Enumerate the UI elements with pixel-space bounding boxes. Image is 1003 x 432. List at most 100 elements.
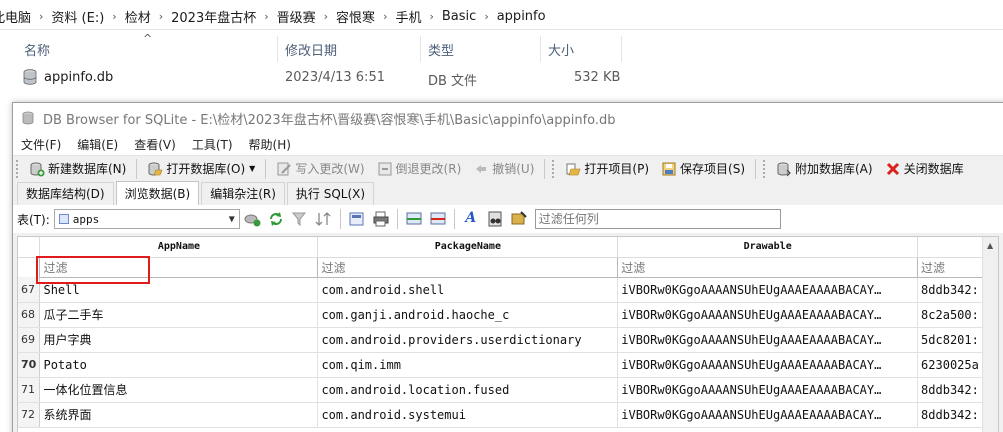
menu-view[interactable]: 查看(V) bbox=[126, 136, 184, 153]
font-icon[interactable]: A bbox=[461, 210, 481, 228]
undo-button[interactable]: 撤销(U) bbox=[467, 158, 540, 180]
row-number[interactable]: 68 bbox=[18, 302, 41, 328]
table-row[interactable]: 71 一体化位置信息 com.android.location.fused iV… bbox=[18, 377, 998, 403]
attach-database-button[interactable]: 附加数据库(A) bbox=[770, 158, 879, 180]
column-header-name[interactable]: 名称 bbox=[24, 40, 50, 59]
column-header-drawable[interactable]: Drawable bbox=[617, 237, 919, 258]
find-replace-icon[interactable] bbox=[509, 210, 529, 228]
tab-edit-pragmas[interactable]: 编辑杂注(R) bbox=[201, 182, 285, 205]
column-header-size[interactable]: 大小 bbox=[548, 40, 574, 59]
breadcrumb-item[interactable]: appinfo bbox=[491, 9, 552, 24]
table-row[interactable]: 69 用户字典 com.android.providers.userdictio… bbox=[18, 327, 998, 353]
save-project-button[interactable]: 保存项目(S) bbox=[655, 158, 751, 180]
column-header-type[interactable]: 类型 bbox=[428, 40, 454, 59]
new-database-button[interactable]: 新建数据库(N) bbox=[23, 158, 132, 180]
cell-appname[interactable]: 用户字典 bbox=[39, 327, 319, 353]
table-label: 表(T): bbox=[17, 212, 50, 227]
cell-packagename[interactable]: com.android.systemui bbox=[317, 402, 619, 428]
cell-drawable[interactable]: iVBORw0KGgoAAAANSUhEUgAAAEAAAABACAY… bbox=[617, 277, 919, 303]
cell-packagename[interactable]: com.ganji.android.haoche_c bbox=[317, 302, 619, 328]
toolbar-grip[interactable] bbox=[16, 159, 20, 178]
breadcrumb-item[interactable]: 2023年盘古杯 bbox=[165, 7, 262, 26]
cell-packagename[interactable]: com.qim.imm bbox=[317, 352, 619, 378]
cell-appname[interactable]: Potato bbox=[39, 352, 319, 378]
tab-database-structure[interactable]: 数据库结构(D) bbox=[17, 182, 114, 205]
open-project-button[interactable]: 打开项目(P) bbox=[559, 158, 655, 180]
column-divider[interactable] bbox=[540, 36, 541, 62]
window-title: DB Browser for SQLite - E:\检材\2023年盘古杯\晋… bbox=[43, 112, 616, 128]
filter-input-drawable[interactable]: 过滤 bbox=[617, 256, 919, 278]
open-database-icon bbox=[148, 162, 163, 175]
row-number[interactable]: 71 bbox=[18, 377, 41, 403]
cell-drawable[interactable]: iVBORw0KGgoAAAANSUhEUgAAAEAAAABACAY… bbox=[617, 377, 919, 403]
breadcrumb-item[interactable]: Basic bbox=[436, 9, 482, 24]
breadcrumb-item[interactable]: 资料 (E:) bbox=[45, 7, 110, 26]
refresh-icon[interactable] bbox=[266, 210, 286, 228]
row-number[interactable]: 69 bbox=[18, 327, 41, 353]
menu-help[interactable]: 帮助(H) bbox=[241, 136, 299, 153]
column-divider[interactable] bbox=[621, 36, 622, 62]
vertical-scrollbar[interactable]: ▲ bbox=[982, 237, 998, 432]
clear-filters-icon[interactable] bbox=[290, 210, 310, 228]
column-divider[interactable] bbox=[277, 36, 278, 62]
cell-drawable[interactable]: iVBORw0KGgoAAAANSUhEUgAAAEAAAABACAY… bbox=[617, 327, 919, 353]
column-header-date[interactable]: 修改日期 bbox=[285, 40, 337, 59]
cell-appname[interactable]: 一体化位置信息 bbox=[39, 377, 319, 403]
table-row[interactable]: 72 系统界面 com.android.systemui iVBORw0KGgo… bbox=[18, 402, 998, 428]
filter-input-appname[interactable]: 过滤 bbox=[39, 256, 319, 278]
data-grid[interactable]: AppName PackageName Drawable 过滤 过滤 过滤 过滤… bbox=[17, 236, 999, 432]
filter-input-packagename[interactable]: 过滤 bbox=[317, 256, 619, 278]
refresh-table-icon[interactable] bbox=[242, 210, 262, 228]
address-bar[interactable]: 此电脑 › 资料 (E:) › 检材 › 2023年盘古杯 › 晋级赛 › 容恨… bbox=[0, 4, 1003, 30]
cell-packagename[interactable]: com.android.location.fused bbox=[317, 377, 619, 403]
column-header-packagename[interactable]: PackageName bbox=[317, 237, 619, 258]
breadcrumb-item[interactable]: 晋级赛 bbox=[271, 7, 322, 26]
close-database-button[interactable]: 关闭数据库 bbox=[879, 158, 970, 180]
chevron-right-icon: › bbox=[323, 10, 329, 23]
scroll-up-icon[interactable]: ▲ bbox=[987, 241, 993, 250]
sort-icon[interactable] bbox=[314, 210, 334, 228]
menu-tools[interactable]: 工具(T) bbox=[184, 136, 241, 153]
cell-appname[interactable]: 系统界面 bbox=[39, 402, 319, 428]
save-table-icon[interactable] bbox=[347, 210, 367, 228]
revert-changes-button[interactable]: 倒退更改(R) bbox=[371, 158, 468, 180]
toolbar-grip[interactable] bbox=[552, 159, 556, 178]
breadcrumb-item[interactable]: 手机 bbox=[389, 7, 427, 26]
row-number[interactable]: 72 bbox=[18, 402, 41, 428]
file-row[interactable]: appinfo.db 2023/4/13 6:51 DB 文件 532 KB bbox=[0, 66, 1003, 90]
cell-packagename[interactable]: com.android.shell bbox=[317, 277, 619, 303]
file-name[interactable]: appinfo.db bbox=[44, 70, 113, 85]
cell-drawable[interactable]: iVBORw0KGgoAAAANSUhEUgAAAEAAAABACAY… bbox=[617, 352, 919, 378]
cell-drawable[interactable]: iVBORw0KGgoAAAANSUhEUgAAAEAAAABACAY… bbox=[617, 402, 919, 428]
cell-drawable[interactable]: iVBORw0KGgoAAAANSUhEUgAAAEAAAABACAY… bbox=[617, 302, 919, 328]
menu-edit[interactable]: 编辑(E) bbox=[69, 136, 126, 153]
table-row[interactable]: 68 瓜子二手车 com.ganji.android.haoche_c iVBO… bbox=[18, 302, 998, 328]
toolbar-separator bbox=[396, 209, 398, 229]
toolbar-grip[interactable] bbox=[763, 159, 767, 178]
delete-record-icon[interactable] bbox=[428, 210, 448, 228]
find-icon[interactable] bbox=[485, 210, 505, 228]
filter-all-columns-input[interactable] bbox=[534, 209, 781, 229]
table-row[interactable]: 67 Shell com.android.shell iVBORw0KGgoAA… bbox=[18, 277, 998, 303]
cell-appname[interactable]: Shell bbox=[39, 277, 319, 303]
column-divider[interactable] bbox=[420, 36, 421, 62]
write-changes-button[interactable]: 写入更改(W) bbox=[270, 158, 370, 180]
breadcrumb-item[interactable]: 此电脑 bbox=[0, 7, 37, 26]
breadcrumb-item[interactable]: 容恨寒 bbox=[330, 7, 381, 26]
row-number[interactable]: 67 bbox=[18, 277, 41, 303]
menu-file[interactable]: 文件(F) bbox=[13, 136, 69, 153]
column-header-appname[interactable]: AppName bbox=[39, 237, 319, 258]
print-icon[interactable] bbox=[371, 210, 391, 228]
insert-record-icon[interactable] bbox=[404, 210, 424, 228]
table-row-selected[interactable]: 70 Potato com.qim.imm iVBORw0KGgoAAAANSU… bbox=[18, 352, 998, 378]
breadcrumb-item[interactable]: 检材 bbox=[119, 7, 157, 26]
corner-cell[interactable] bbox=[18, 237, 41, 258]
table-select[interactable]: apps ▼ bbox=[53, 209, 240, 229]
tab-browse-data[interactable]: 浏览数据(B) bbox=[115, 181, 200, 205]
row-number[interactable]: 70 bbox=[18, 352, 41, 378]
tab-execute-sql[interactable]: 执行 SQL(X) bbox=[286, 182, 375, 205]
dropdown-arrow-icon[interactable]: ▼ bbox=[249, 164, 255, 173]
cell-appname[interactable]: 瓜子二手车 bbox=[39, 302, 319, 328]
cell-packagename[interactable]: com.android.providers.userdictionary bbox=[317, 327, 619, 353]
open-database-button[interactable]: 打开数据库(O) ▼ bbox=[141, 158, 261, 180]
